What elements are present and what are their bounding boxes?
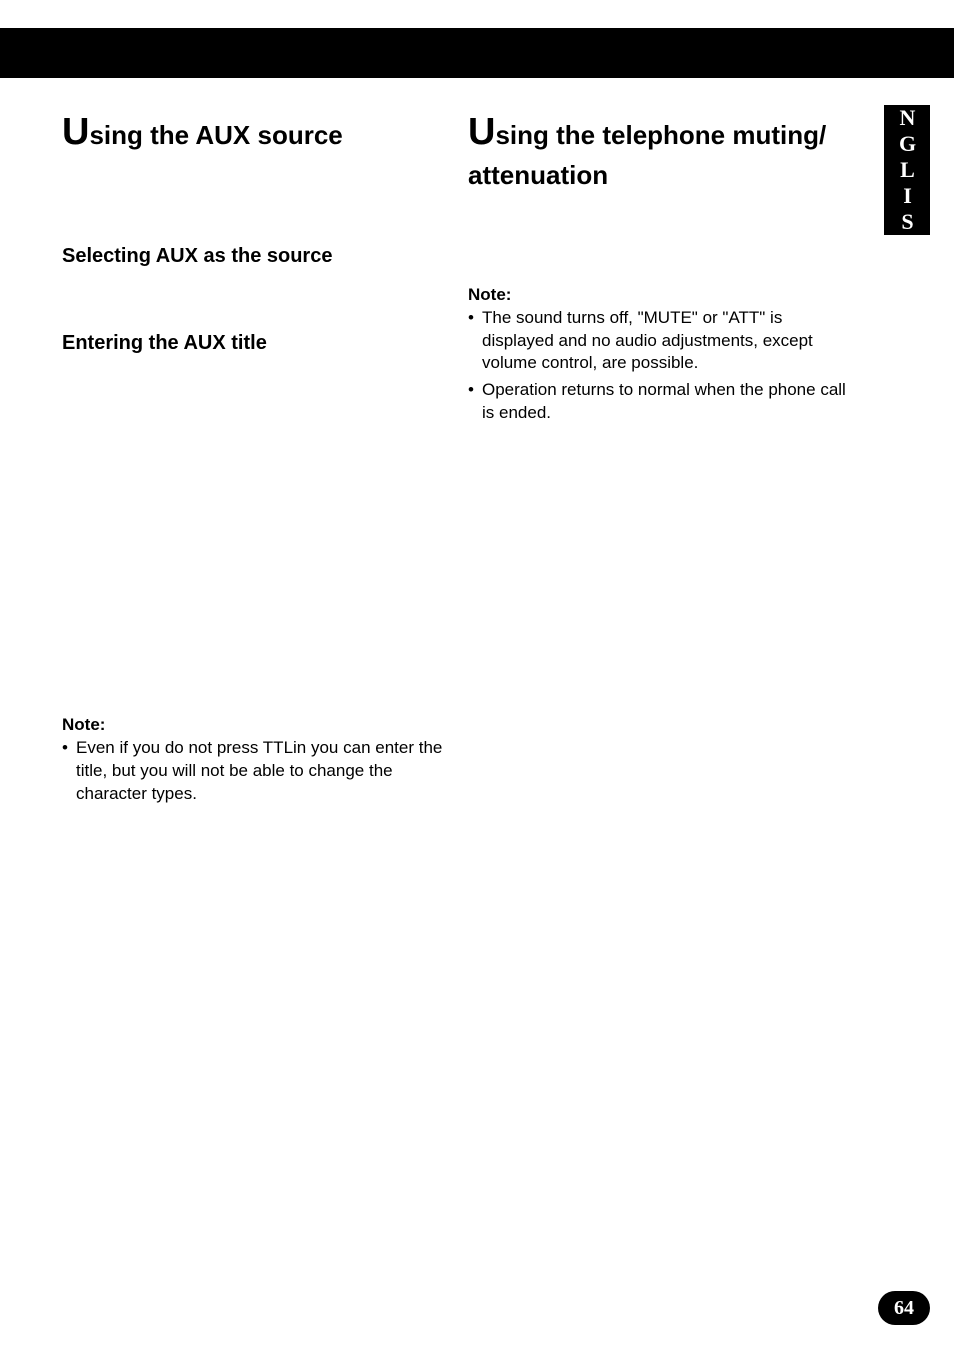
title-rest-line1: sing the telephone muting/ [495, 120, 826, 150]
title-bigletter: U [62, 111, 89, 153]
right-column: Using the telephone muting/ attenuation … [468, 110, 858, 429]
title-rest-line2: attenuation [468, 160, 608, 190]
note-list: Even if you do not press TTLin you can e… [62, 737, 452, 806]
note-label: Note: [62, 715, 452, 735]
section-title-aux: Using the AUX source [62, 110, 452, 155]
language-tab: ENGLISH [884, 105, 930, 235]
note-list: The sound turns off, "MUTE" or "ATT" is … [468, 307, 858, 426]
spacer [62, 286, 452, 326]
note-label: Note: [468, 285, 858, 305]
title-bigletter: U [468, 111, 495, 153]
list-item: The sound turns off, "MUTE" or "ATT" is … [468, 307, 858, 376]
language-tab-label: ENGLISH [894, 79, 920, 261]
title-rest: sing the AUX source [89, 120, 342, 150]
section-title-telephone: Using the telephone muting/ attenuation [468, 110, 858, 193]
page-number: 64 [894, 1297, 914, 1320]
page-number-badge: 64 [878, 1291, 930, 1325]
spacer [62, 179, 452, 239]
right-note-block: Note: The sound turns off, "MUTE" or "AT… [468, 285, 858, 426]
top-black-bar [0, 28, 954, 78]
list-item: Operation returns to normal when the pho… [468, 379, 858, 425]
document-page: ENGLISH Using the AUX source Selecting A… [0, 0, 954, 1355]
subhead-entering-aux-title: Entering the AUX title [62, 332, 452, 355]
left-note-block: Note: Even if you do not press TTLin you… [62, 715, 452, 810]
subhead-selecting-aux: Selecting AUX as the source [62, 245, 452, 268]
list-item: Even if you do not press TTLin you can e… [62, 737, 452, 806]
left-column: Using the AUX source Selecting AUX as th… [62, 110, 452, 373]
